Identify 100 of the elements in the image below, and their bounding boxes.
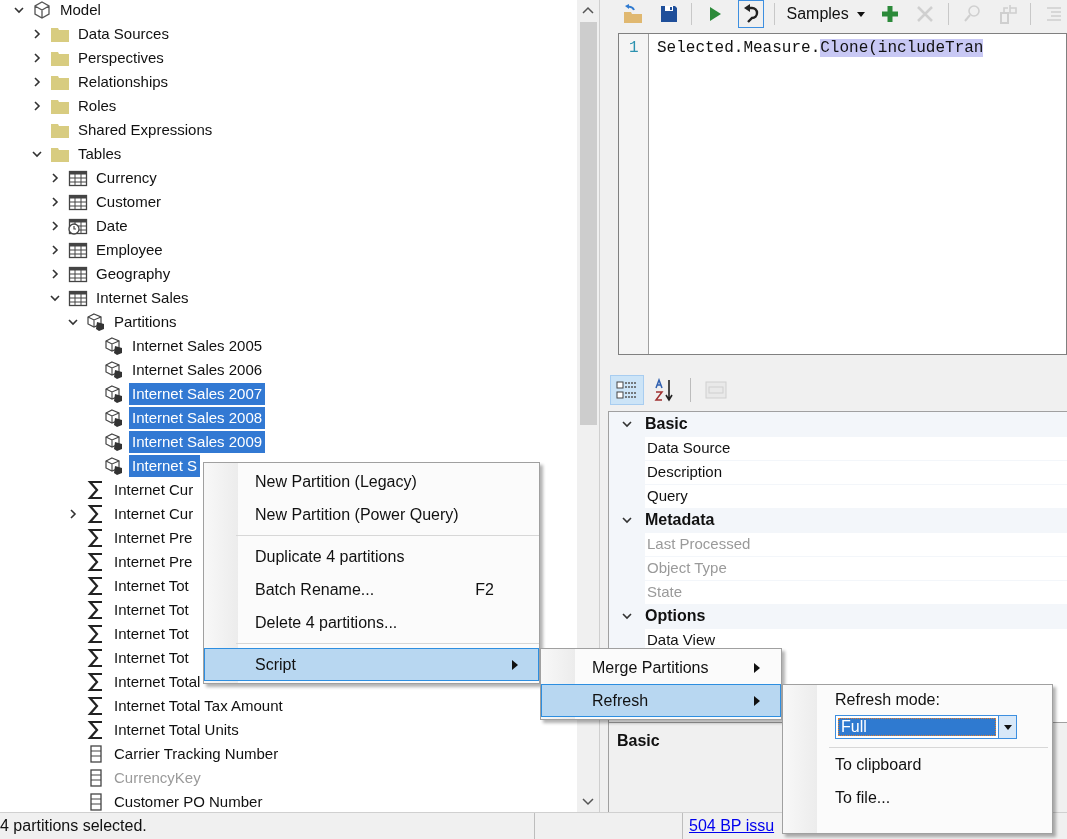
tree-item[interactable]: Shared Expressions (75, 119, 216, 141)
tree-item[interactable]: Internet Pre (111, 551, 196, 573)
description-title: Basic (617, 732, 660, 749)
tree-item[interactable]: Employee (93, 239, 166, 261)
tree-item[interactable]: Internet Sales 2007 (129, 383, 266, 405)
caret-icon (856, 11, 865, 17)
sigma-icon (87, 576, 105, 596)
tree-item[interactable]: Internet Sales (93, 287, 192, 309)
property-pages-icon (704, 379, 728, 401)
tree-item[interactable]: Customer PO Number (111, 791, 266, 812)
toolbar-button[interactable] (737, 0, 764, 28)
property-name[interactable]: Query (645, 484, 1067, 508)
folder-icon (50, 25, 70, 43)
menu-item[interactable]: Duplicate 4 partitions (204, 540, 539, 573)
property-name[interactable]: Data View (645, 628, 1067, 652)
tree-item[interactable]: Currency (93, 167, 160, 189)
chevron-down-icon[interactable] (14, 5, 24, 15)
sigma-icon (87, 624, 105, 644)
chevron-right-icon[interactable] (50, 245, 60, 255)
chevron-right-icon[interactable] (50, 269, 60, 279)
chevron-right-icon[interactable] (32, 77, 42, 87)
chevron-down-icon[interactable] (32, 149, 42, 159)
chevron-right-icon[interactable] (32, 101, 42, 111)
tree-item[interactable]: Internet Total Tax Amount (111, 695, 286, 717)
chevron-right-icon[interactable] (32, 29, 42, 39)
chevron-right-icon[interactable] (50, 197, 60, 207)
tree-item[interactable]: Internet Pre (111, 527, 196, 549)
sigma-icon (87, 600, 105, 620)
folder-icon (50, 97, 70, 115)
tree-item[interactable]: Internet Total (111, 671, 204, 693)
chevron-right-icon[interactable] (32, 53, 42, 63)
chevron-right-icon[interactable] (50, 221, 60, 231)
property-category[interactable]: Options (609, 604, 1067, 628)
refresh-mode-label: Refresh mode: (835, 690, 940, 710)
tree-item[interactable]: Carrier Tracking Number (111, 743, 282, 765)
tree-item[interactable]: Internet S (129, 455, 201, 477)
column-icon (89, 768, 103, 788)
issues-link[interactable]: 504 BP issu (689, 814, 775, 838)
tree-item[interactable]: Internet Cur (111, 503, 197, 525)
chevron-down-icon[interactable] (50, 293, 60, 303)
menu-item[interactable]: Script (204, 648, 539, 681)
tree-item[interactable]: Data Sources (75, 23, 172, 45)
chevron-down-icon[interactable] (68, 317, 78, 327)
tree-item[interactable]: Relationships (75, 71, 172, 93)
tree-item[interactable]: Model (57, 0, 104, 21)
plus-icon (879, 4, 900, 24)
refresh-mode-select[interactable]: Full (835, 715, 1017, 739)
chevron-right-icon[interactable] (50, 173, 60, 183)
tree-item[interactable]: Partitions (111, 311, 180, 333)
tree-item[interactable]: Internet Cur (111, 479, 197, 501)
folder-icon (50, 145, 70, 163)
tree-item[interactable]: Internet Sales 2005 (129, 335, 266, 357)
sigma-icon (87, 504, 105, 524)
tree-item[interactable]: Internet Tot (111, 623, 192, 645)
property-name[interactable]: Description (645, 460, 1067, 484)
cube-icon (104, 456, 124, 476)
menu-item[interactable]: Batch Rename... F2 (204, 573, 539, 606)
cube-icon (104, 360, 124, 380)
folder-icon (50, 121, 70, 139)
tree-item[interactable]: Internet Tot (111, 575, 192, 597)
chevron-down-icon[interactable] (622, 515, 632, 525)
property-category[interactable]: Metadata (609, 508, 1067, 532)
menu-item[interactable]: Merge Partitions (541, 651, 781, 684)
tree-item[interactable]: Internet Sales 2009 (129, 431, 266, 453)
property-view-button[interactable] (610, 375, 644, 405)
tree-item[interactable]: Internet Tot (111, 599, 192, 621)
tree-item[interactable]: Geography (93, 263, 174, 285)
categorized-list-icon (615, 379, 639, 401)
table-icon (68, 169, 88, 187)
menu-item[interactable]: Delete 4 partitions... (204, 606, 539, 639)
tree-item[interactable]: Internet Sales 2006 (129, 359, 266, 381)
chevron-down-icon[interactable] (622, 611, 632, 621)
tree-item[interactable]: Perspectives (75, 47, 167, 69)
scrollbar-thumb[interactable] (579, 22, 597, 425)
property-name[interactable]: Data Source (645, 436, 1067, 460)
status-message: 4 partitions selected. (0, 816, 147, 836)
menu-item[interactable]: New Partition (Power Query) (204, 498, 539, 531)
chevron-right-icon[interactable] (68, 509, 78, 519)
sigma-icon (87, 696, 105, 716)
menu-item[interactable]: To clipboard (835, 748, 1048, 781)
menu-item[interactable]: Refresh (541, 684, 781, 717)
menu-item[interactable]: To file... (835, 781, 1048, 814)
lines-icon (1045, 5, 1064, 23)
tree-item[interactable]: Internet Total Units (111, 719, 242, 741)
folder-open-icon (621, 4, 644, 24)
replace-icon (997, 3, 1018, 25)
tree-item[interactable]: Tables (75, 143, 125, 165)
cube-icon (104, 408, 124, 428)
tree-item[interactable]: Roles (75, 95, 120, 117)
cube-icon (104, 384, 124, 404)
tree-item[interactable]: Date (93, 215, 131, 237)
menu-item[interactable]: New Partition (Legacy) (204, 465, 539, 498)
tree-item[interactable]: Customer (93, 191, 165, 213)
tree-item[interactable]: Internet Sales 2008 (129, 407, 266, 429)
tree-item[interactable]: Internet Tot (111, 647, 192, 669)
samples-dropdown[interactable]: Samples (784, 2, 867, 26)
chevron-down-icon[interactable] (622, 419, 632, 429)
property-category[interactable]: Basic (609, 412, 1067, 436)
save-icon (658, 4, 679, 24)
cube-icon (32, 0, 52, 20)
